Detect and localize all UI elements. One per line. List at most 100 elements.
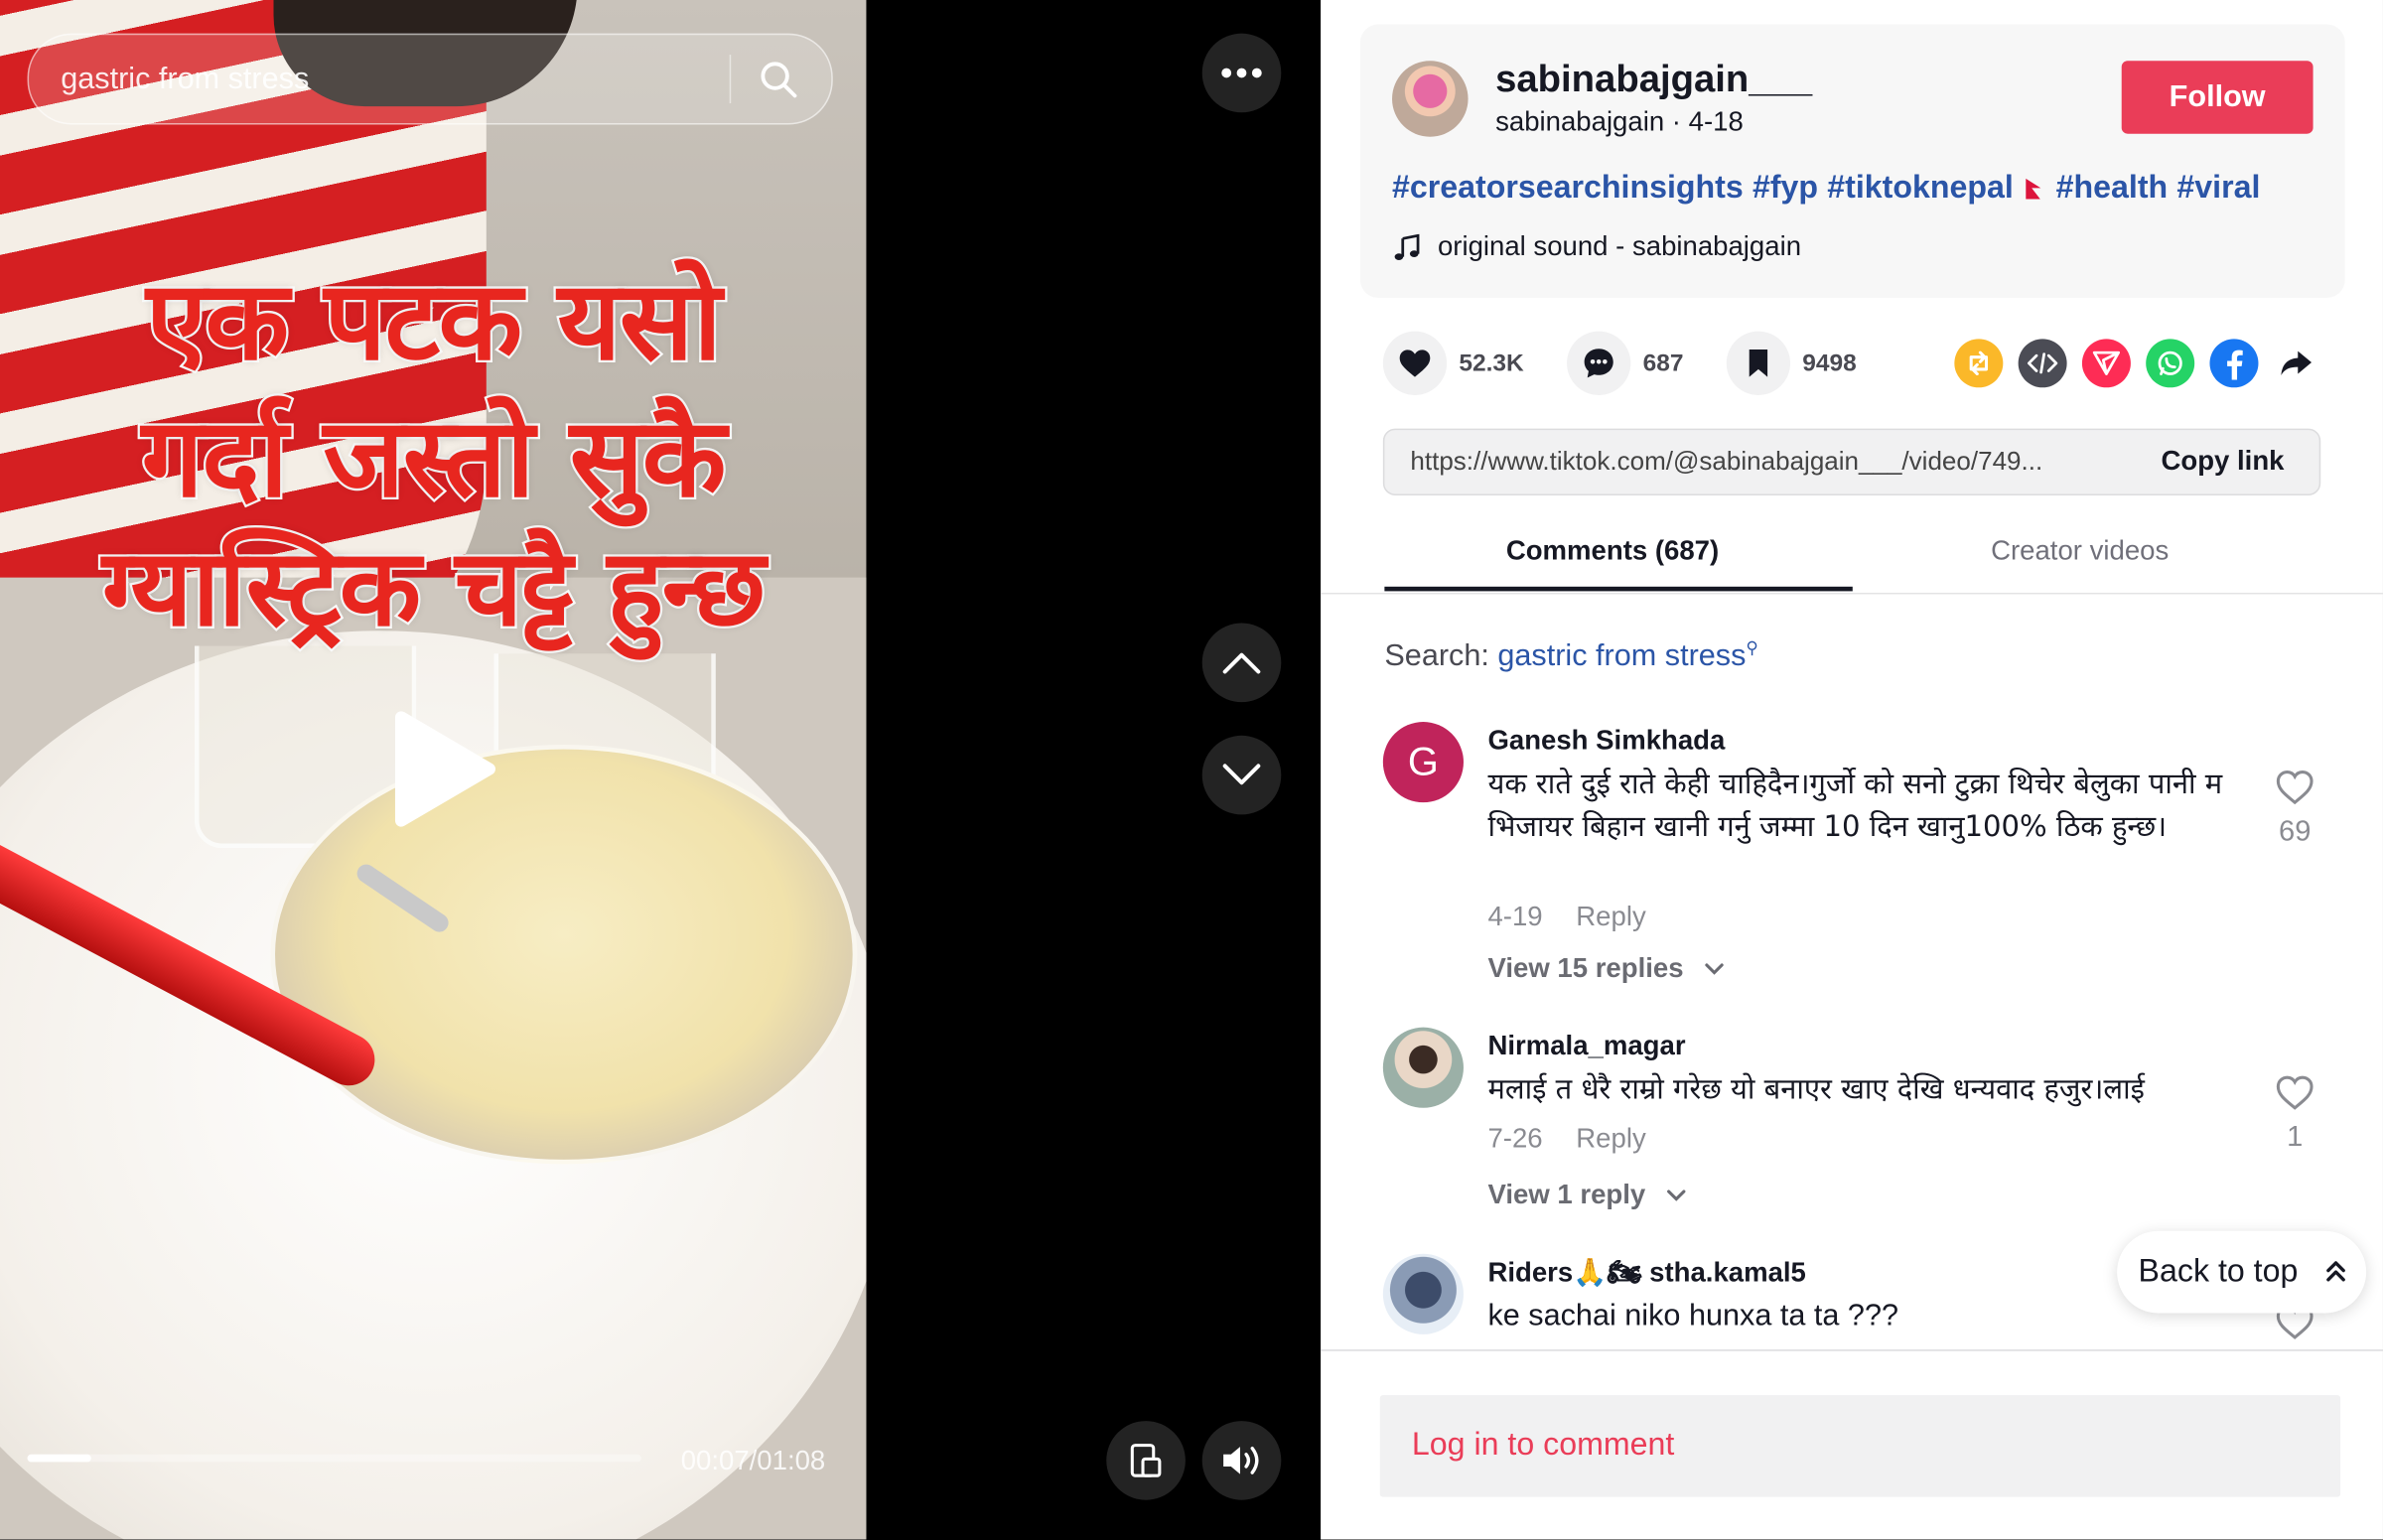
comment-date: 4-19 [1487, 901, 1543, 932]
reply-button[interactable]: Reply [1576, 1123, 1645, 1154]
comment-icon [1584, 349, 1613, 378]
play-icon[interactable] [389, 708, 498, 829]
back-to-top-button[interactable]: Back to top [2117, 1230, 2367, 1314]
search-prefix: Search: [1384, 638, 1498, 673]
search-icon[interactable] [759, 60, 798, 99]
picture-in-picture-button[interactable] [1106, 1421, 1186, 1500]
share-arrow-glyph [2281, 350, 2313, 376]
chevron-down-icon [1222, 764, 1261, 785]
view-replies-button[interactable]: View 1 reply [1487, 1180, 1686, 1211]
video-progress-fill [27, 1454, 91, 1463]
pip-icon [1130, 1444, 1162, 1477]
tab-creator-videos[interactable]: Creator videos [1991, 535, 2169, 567]
next-video-button[interactable] [1201, 735, 1282, 815]
more-icon [1221, 68, 1262, 78]
video-search-box[interactable]: gastric from stress [27, 33, 833, 125]
embed-icon[interactable] [2018, 339, 2067, 388]
double-chevron-up-icon [2326, 1261, 2345, 1282]
login-to-comment-link[interactable]: Log in to comment [1412, 1427, 1674, 1464]
creator-avatar[interactable] [1392, 61, 1469, 137]
music-note-icon [1394, 233, 1420, 261]
whatsapp-icon[interactable] [2146, 339, 2195, 388]
comment-text: यक राते दुई राते केही चाहिदैन।गुर्जो को … [1487, 767, 2223, 844]
back-to-top-label: Back to top [2138, 1253, 2299, 1289]
commenter-avatar[interactable] [1382, 1027, 1464, 1108]
active-tab-indicator [1384, 586, 1853, 592]
comment-meta: 7-26 Reply [1487, 1123, 1645, 1155]
video-caption-line-3: ग्यास्ट्रिक चट्टै हुन्छ [100, 523, 769, 652]
sound-link[interactable]: original sound - sabinabajgain [1438, 231, 1801, 263]
commenter-avatar[interactable]: G [1382, 722, 1464, 803]
heart-outline-icon[interactable] [2275, 769, 2314, 805]
video-link-url[interactable]: https://www.tiktok.com/@sabinabajgain___… [1410, 447, 2042, 478]
commenter-avatar[interactable] [1382, 1253, 1464, 1334]
chevron-down-icon [1666, 1190, 1686, 1201]
commenter-name[interactable]: Nirmala_magar [1487, 1031, 1685, 1062]
comment-text: ke sachai niko hunxa ta ta ??? [1487, 1299, 1899, 1333]
whatsapp-glyph [2158, 350, 2182, 375]
heart-outline-icon[interactable] [2275, 1074, 2314, 1111]
comment-button[interactable] [1567, 331, 1631, 395]
video-time: 00:07/01:08 [680, 1445, 826, 1476]
search-divider [729, 55, 732, 104]
search-icon[interactable]: ⚲ [1746, 639, 1757, 657]
chevron-up-icon [1222, 652, 1261, 674]
nepal-flag-icon [2026, 178, 2041, 201]
view-replies-label: View 15 replies [1487, 952, 1684, 984]
view-replies-button[interactable]: View 15 replies [1487, 953, 1724, 985]
video-player[interactable]: एक पटक यसो गर्दा जस्तो सुकै ग्यास्ट्रिक … [0, 0, 867, 1540]
comment-area-divider [1321, 1349, 2383, 1351]
comment-search-term[interactable]: gastric from stress [1497, 639, 1746, 673]
save-count: 9498 [1802, 350, 1857, 377]
hashtag-link[interactable]: #viral [2176, 170, 2260, 205]
bookmark-icon [1749, 350, 1768, 377]
copy-link-button[interactable]: Copy link [2161, 445, 2284, 477]
comment-count: 687 [1642, 350, 1684, 377]
reply-button[interactable]: Reply [1576, 902, 1645, 932]
repost-icon[interactable] [1954, 339, 2004, 388]
hashtag-link[interactable]: #tiktoknepal [1827, 170, 2014, 205]
facebook-glyph [2227, 350, 2243, 380]
video-link-box: https://www.tiktok.com/@sabinabajgain___… [1382, 428, 2321, 495]
creator-username[interactable]: sabinabajgain___ [1495, 58, 1812, 101]
commenter-name[interactable]: Riders🙏🏍 stha.kamal5 [1487, 1257, 1805, 1289]
commenter-name[interactable]: Ganesh Simkhada [1487, 725, 1725, 757]
comment-like-count: 69 [2279, 815, 2312, 849]
video-progress-bar[interactable] [27, 1454, 641, 1463]
like-button[interactable] [1382, 331, 1448, 395]
view-replies-label: View 1 reply [1487, 1179, 1646, 1210]
tabs-divider [1321, 592, 2383, 595]
repost-glyph [1969, 350, 1989, 376]
comment-text: मलाई त धेरै राम्रो गरेछ यो बनाएर खाए देख… [1487, 1072, 2145, 1107]
hashtag-link[interactable]: #health [2056, 170, 2169, 205]
comment-search-label: Search: gastric from stress⚲ [1384, 638, 1757, 674]
hashtag-link[interactable]: #fyp [1752, 170, 1818, 205]
chevron-down-icon [1704, 963, 1724, 975]
comment-date: 7-26 [1487, 1123, 1543, 1154]
more-options-button[interactable] [1201, 33, 1282, 113]
save-button[interactable] [1726, 331, 1791, 395]
send-icon[interactable] [2081, 339, 2131, 388]
creator-subline: sabinabajgain · 4-18 [1495, 106, 1744, 137]
comment-like-count: 1 [2287, 1121, 2304, 1154]
share-arrow-icon[interactable] [2272, 339, 2320, 387]
embed-glyph [2027, 352, 2058, 374]
heart-icon [1399, 350, 1431, 377]
post-info-card: sabinabajgain___ sabinabajgain · 4-18 Fo… [1359, 24, 2345, 298]
volume-button[interactable] [1201, 1421, 1282, 1500]
facebook-icon[interactable] [2209, 339, 2259, 388]
send-glyph [2092, 350, 2121, 375]
like-count: 52.3K [1459, 350, 1524, 377]
video-caption-line-1: एक पटक यसो [144, 254, 724, 386]
follow-button[interactable]: Follow [2121, 61, 2313, 134]
hashtag-link[interactable]: #creatorsearchinsights [1392, 170, 1744, 205]
previous-video-button[interactable] [1201, 623, 1282, 703]
video-caption-line-2: गर्दा जस्तो सुकै [139, 391, 728, 523]
tab-comments[interactable]: Comments (687) [1506, 535, 1719, 567]
hashtag-list: #creatorsearchinsights #fyp #tiktoknepal #h… [1392, 170, 2270, 207]
volume-icon [1223, 1446, 1259, 1474]
details-panel: sabinabajgain___ sabinabajgain · 4-18 Fo… [1321, 0, 2383, 1540]
comment-meta: 4-19 Reply [1487, 902, 1645, 933]
video-search-query[interactable]: gastric from stress [61, 63, 309, 97]
login-to-comment-box[interactable]: Log in to comment [1379, 1395, 2341, 1497]
